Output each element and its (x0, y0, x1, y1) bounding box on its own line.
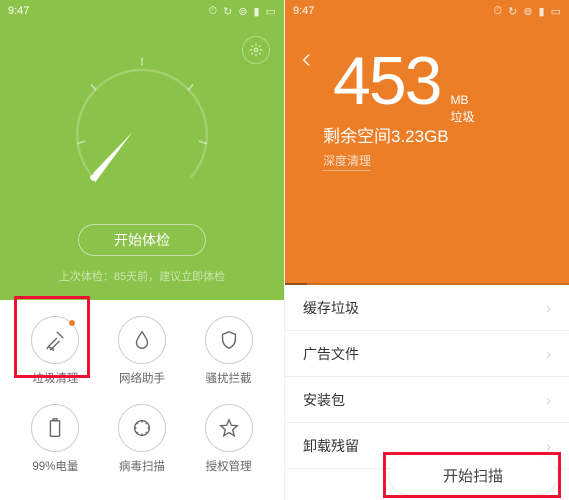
drop-icon (131, 329, 153, 351)
status-time: 9:47 (293, 5, 314, 17)
last-check-text: 上次体检：85天前，建议立即体检 (59, 268, 225, 284)
tool-label: 99%电量 (32, 458, 78, 474)
trash-unit: MB 垃圾 (450, 92, 474, 136)
shield-icon (218, 329, 240, 351)
back-button[interactable] (299, 52, 315, 73)
cleaner-screen: 9:47 ⏱ ↻ ⊚ ▮ ▭ 453 MB 垃圾 剩余空间3.23GB 深度清理… (285, 0, 569, 500)
tool-network[interactable]: 网络助手 (99, 316, 186, 386)
alarm-icon: ⏱ (209, 5, 218, 18)
row-label: 广告文件 (303, 344, 359, 364)
tools-grid: 垃圾清理 网络助手 骚扰拦截 99%电量 病毒扫描 授权管理 (0, 300, 284, 474)
status-bar: 9:47 ⏱ ↻ ⊚ ▮ ▭ (0, 0, 284, 22)
trash-header: 453 MB 垃圾 剩余空间3.23GB 深度清理 (285, 22, 569, 285)
tool-block[interactable]: 骚扰拦截 (185, 316, 272, 386)
battery-icon: ▭ (551, 5, 561, 18)
row-label: 缓存垃圾 (303, 298, 359, 318)
sync-icon: ↻ (508, 5, 517, 18)
gauge-area: 开始体检 上次体检：85天前，建议立即体检 (0, 22, 284, 284)
scan-progress (285, 283, 569, 285)
signal-icon: ▮ (539, 5, 545, 18)
row-label: 卸载残留 (303, 436, 359, 456)
tool-battery[interactable]: 99%电量 (12, 404, 99, 474)
chevron-right-icon: › (546, 346, 551, 362)
tool-trash-clean[interactable]: 垃圾清理 (12, 316, 99, 386)
row-ads[interactable]: 广告文件 › (285, 331, 569, 377)
status-bar: 9:47 ⏱ ↻ ⊚ ▮ ▭ (285, 0, 569, 22)
alarm-icon: ⏱ (494, 5, 503, 18)
broom-icon (44, 329, 66, 351)
tool-label: 授权管理 (206, 458, 252, 474)
start-checkup-button[interactable]: 开始体检 (78, 224, 206, 256)
security-center-screen: 9:47 ⏱ ↻ ⊚ ▮ ▭ (0, 0, 284, 500)
star-icon (218, 417, 240, 439)
battery-icon: ▭ (266, 5, 276, 18)
tool-label: 病毒扫描 (119, 458, 165, 474)
chevron-right-icon: › (546, 438, 551, 454)
wifi-icon: ⊚ (238, 5, 247, 18)
health-gauge (61, 48, 223, 210)
row-cache[interactable]: 缓存垃圾 › (285, 285, 569, 331)
trash-number: 453 (333, 42, 440, 120)
tool-label: 骚扰拦截 (206, 370, 252, 386)
chevron-right-icon: › (546, 300, 551, 316)
scan-icon (131, 417, 153, 439)
unit-mb: MB (450, 92, 474, 109)
unit-label: 垃圾 (450, 109, 474, 126)
header-panel: 开始体检 上次体检：85天前，建议立即体检 (0, 22, 284, 300)
sync-icon: ↻ (223, 5, 232, 18)
row-label: 安装包 (303, 390, 345, 410)
tool-virus[interactable]: 病毒扫描 (99, 404, 186, 474)
signal-icon: ▮ (254, 5, 260, 18)
deep-clean-link[interactable]: 深度清理 (323, 152, 371, 171)
start-scan-button[interactable]: 开始扫描 (389, 456, 557, 494)
status-time: 9:47 (8, 5, 29, 17)
gear-icon (249, 43, 263, 57)
tool-permissions[interactable]: 授权管理 (185, 404, 272, 474)
badge-dot (69, 320, 75, 326)
status-icons: ⏱ ↻ ⊚ ▮ ▭ (209, 5, 277, 18)
wifi-icon: ⊚ (523, 5, 532, 18)
settings-button[interactable] (242, 36, 270, 64)
tool-label: 网络助手 (119, 370, 165, 386)
tool-label: 垃圾清理 (32, 370, 78, 386)
category-list: 缓存垃圾 › 广告文件 › 安装包 › 卸载残留 › (285, 285, 569, 469)
row-apk[interactable]: 安装包 › (285, 377, 569, 423)
status-icons: ⏱ ↻ ⊚ ▮ ▭ (494, 5, 562, 18)
chevron-right-icon: › (546, 392, 551, 408)
battery-icon (44, 417, 66, 439)
free-space-text: 剩余空间3.23GB (323, 122, 449, 147)
chevron-left-icon (299, 52, 315, 68)
